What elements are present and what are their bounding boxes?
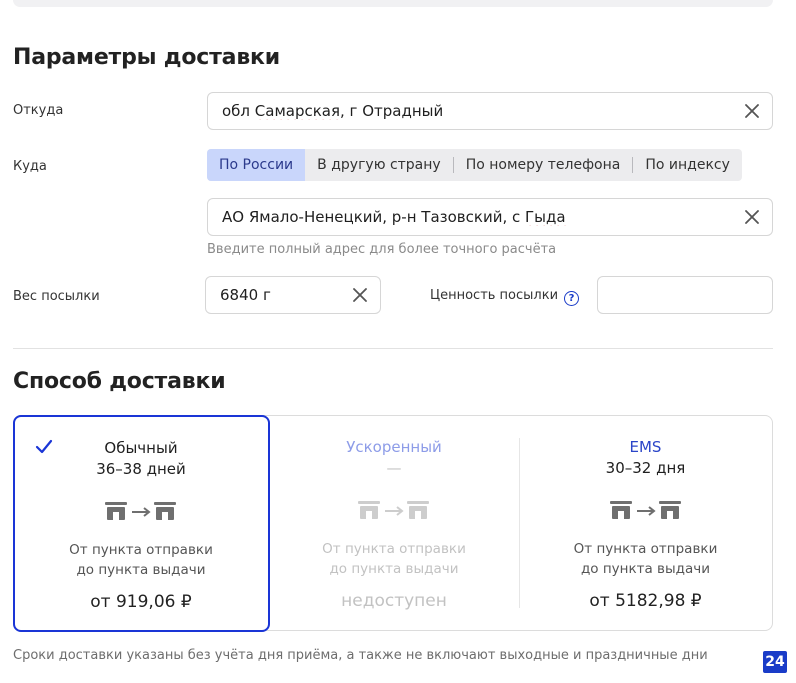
- tab-russia[interactable]: По России: [207, 149, 306, 181]
- to-field[interactable]: АО Ямало-Ненецкий, р-н Тазовский, с Гыда: [207, 198, 773, 236]
- weight-value[interactable]: 6840 г: [206, 286, 340, 304]
- close-icon: [353, 288, 367, 302]
- chat-widget-badge[interactable]: 24: [763, 651, 787, 673]
- method-desc: От пункта отправки до пункта выдачи: [322, 541, 466, 577]
- tab-abroad[interactable]: В другую страну: [305, 149, 453, 181]
- method-price: недоступен: [341, 591, 447, 611]
- declared-value-label-wrap: Ценность посылки?: [430, 288, 580, 306]
- delivery-params-title: Параметры доставки: [13, 45, 280, 70]
- from-clear-button[interactable]: [732, 93, 772, 129]
- from-label: Откуда: [13, 103, 64, 118]
- from-field[interactable]: обл Самарская, г Отрадный: [207, 92, 773, 130]
- to-clear-button[interactable]: [732, 199, 772, 235]
- method-express: Ускоренный — От пункта отправки до пункта…: [269, 416, 519, 632]
- method-name: Ускоренный: [346, 438, 442, 456]
- section-divider: [13, 348, 773, 349]
- branch-to-branch-icon: [15, 500, 268, 522]
- branch-to-branch-icon: [520, 499, 771, 521]
- branch-to-branch-icon: [269, 499, 519, 521]
- method-ems[interactable]: EMS 30–32 дня От пункта отправки до пункт…: [520, 416, 771, 632]
- method-days: 36–38 дней: [96, 459, 186, 478]
- to-value[interactable]: АО Ямало-Ненецкий, р-н Тазовский, с Гыда: [208, 208, 732, 226]
- from-value[interactable]: обл Самарская, г Отрадный: [208, 102, 732, 120]
- checkmark-icon: [35, 439, 52, 453]
- method-days: 30–32 дня: [605, 459, 686, 477]
- close-icon: [745, 210, 759, 224]
- delivery-method-title: Способ доставки: [13, 369, 226, 394]
- method-desc: От пункта отправки до пункта выдачи: [573, 541, 718, 577]
- method-standard[interactable]: Обычный 36–38 дней От пункта отправки до …: [12, 414, 270, 632]
- method-price: от 919,06 ₽: [90, 591, 192, 612]
- declared-value-label: Ценность посылки: [430, 288, 559, 303]
- method-price: от 5182,98 ₽: [589, 591, 702, 611]
- declared-value-field[interactable]: [597, 276, 773, 314]
- method-days: —: [386, 459, 402, 477]
- to-hint: Введите полный адрес для более точного р…: [207, 242, 557, 257]
- destination-tabs: По России В другую страну По номеру теле…: [207, 149, 742, 181]
- to-label: Куда: [13, 159, 47, 174]
- info-icon[interactable]: ?: [564, 291, 580, 306]
- weight-clear-button[interactable]: [340, 277, 380, 313]
- close-icon: [745, 104, 759, 118]
- method-name: EMS: [629, 438, 662, 456]
- method-desc: От пункта отправки до пункта выдачи: [69, 541, 213, 578]
- weight-label: Вес посылки: [13, 289, 100, 304]
- tab-index[interactable]: По индексу: [633, 149, 742, 181]
- delivery-methods-panel: Обычный 36–38 дней От пункта отправки до …: [12, 414, 773, 632]
- tab-phone[interactable]: По номеру телефона: [454, 149, 633, 181]
- top-panel-edge: [13, 0, 773, 7]
- delivery-footnote: Сроки доставки указаны без учёта дня при…: [13, 648, 708, 663]
- weight-field[interactable]: 6840 г: [205, 276, 381, 314]
